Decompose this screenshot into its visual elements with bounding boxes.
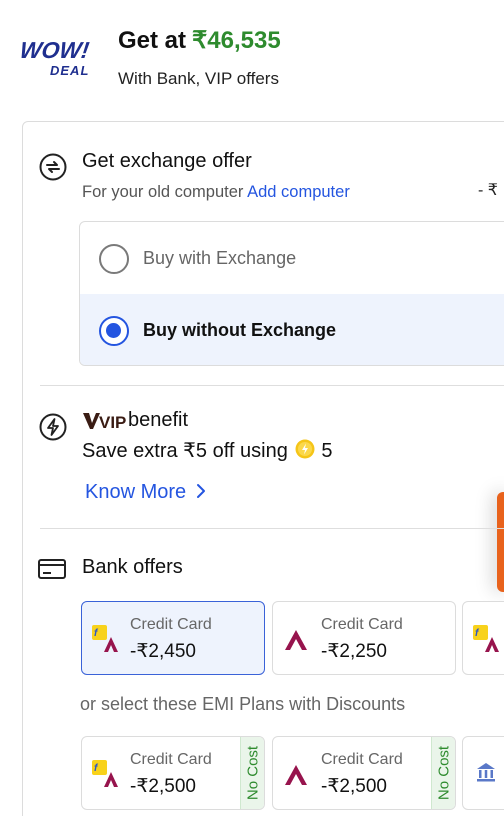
vip-coin-count: 5 — [321, 440, 333, 462]
deal-header: WOW! DEAL Get at ₹46,535 With Bank, VIP o… — [0, 0, 504, 110]
exchange-title: Get exchange offer — [82, 150, 252, 172]
svg-text:WOW!: WOW! — [20, 37, 91, 63]
chevron-right-icon — [196, 484, 205, 498]
bank-building-icon — [477, 763, 495, 782]
vip-save-text: Save extra ₹5 off using — [82, 440, 288, 462]
axis-bank-logo — [285, 765, 307, 785]
svg-text:DEAL: DEAL — [50, 63, 89, 78]
bank-offers-title: Bank offers — [82, 556, 183, 578]
add-computer-link[interactable]: Add computer — [247, 183, 350, 201]
bank-offer-card[interactable]: f Credit Card -₹2,450 — [81, 601, 265, 675]
offer-card-amount: -₹2,450 — [130, 641, 196, 662]
buy-without-exchange-option[interactable]: Buy without Exchange — [80, 294, 504, 365]
offer-card-type: Credit Card — [130, 616, 212, 633]
get-at-price: ₹46,535 — [192, 27, 281, 54]
offer-card-type: Credit Card — [321, 616, 403, 633]
flipkart-axis-logo: f — [92, 625, 118, 652]
wow-deal-logo: WOW! DEAL — [20, 37, 91, 78]
axis-bank-logo — [285, 630, 307, 650]
exchange-subtitle-text: For your old computer — [82, 183, 244, 201]
svg-text:VIP: VIP — [99, 413, 126, 430]
emi-offer-card[interactable]: f Credit Card -₹2,500 No Cost — [81, 736, 265, 810]
vip-logo: VIP — [83, 412, 126, 430]
know-more-link[interactable]: Know More — [85, 481, 206, 504]
offer-subtitle: With Bank, VIP offers — [118, 69, 279, 88]
offer-card-amount: -₹2,250 — [321, 641, 387, 662]
flipkart-axis-logo: f — [473, 625, 499, 652]
vip-benefit-title: VIP benefit — [82, 409, 188, 435]
no-cost-label: No Cost — [244, 745, 261, 801]
offer-card-amount: -₹2,500 — [130, 776, 196, 797]
know-more-label: Know More — [85, 481, 187, 503]
offer-card-type: Credit Card — [321, 751, 403, 768]
buy-without-exchange-label: Buy without Exchange — [143, 320, 337, 340]
emi-plans-caption: or select these EMI Plans with Discounts — [80, 694, 406, 714]
emi-offer-card[interactable] — [462, 736, 504, 810]
get-at-label: Get at — [118, 27, 187, 54]
exchange-icon — [39, 153, 67, 181]
floating-side-tab[interactable] — [497, 492, 504, 592]
vip-save-line: Save extra ₹5 off using 5 — [82, 438, 333, 463]
get-at-line: Get at ₹46,535 — [118, 26, 281, 55]
no-cost-label: No Cost — [435, 745, 452, 801]
exchange-edge-value: - ₹ — [478, 182, 498, 199]
flipkart-axis-logo: f — [92, 760, 118, 787]
offer-card-type: Credit Card — [130, 751, 212, 768]
lightning-icon — [39, 413, 67, 441]
buy-with-exchange-option[interactable]: Buy with Exchange — [80, 222, 504, 294]
section-divider — [40, 385, 504, 386]
bank-offer-card[interactable]: Credit Card -₹2,250 — [272, 601, 456, 675]
exchange-options: Buy with Exchange Buy without Exchange — [79, 221, 504, 366]
supercoin-icon — [295, 439, 315, 459]
card-icon — [38, 559, 66, 579]
bank-offer-card[interactable]: f — [462, 601, 504, 675]
no-cost-badge: No Cost — [240, 737, 264, 809]
section-divider — [40, 528, 504, 529]
vip-benefit-label: benefit — [128, 409, 189, 431]
radio-buy-without-exchange[interactable] — [99, 316, 129, 346]
exchange-subtitle: For your old computer Add computer — [82, 183, 350, 202]
buy-with-exchange-label: Buy with Exchange — [143, 248, 297, 268]
emi-offer-card[interactable]: Credit Card -₹2,500 No Cost — [272, 736, 456, 810]
radio-buy-with-exchange[interactable] — [99, 244, 129, 274]
no-cost-badge: No Cost — [431, 737, 455, 809]
offer-card-amount: -₹2,500 — [321, 776, 387, 797]
